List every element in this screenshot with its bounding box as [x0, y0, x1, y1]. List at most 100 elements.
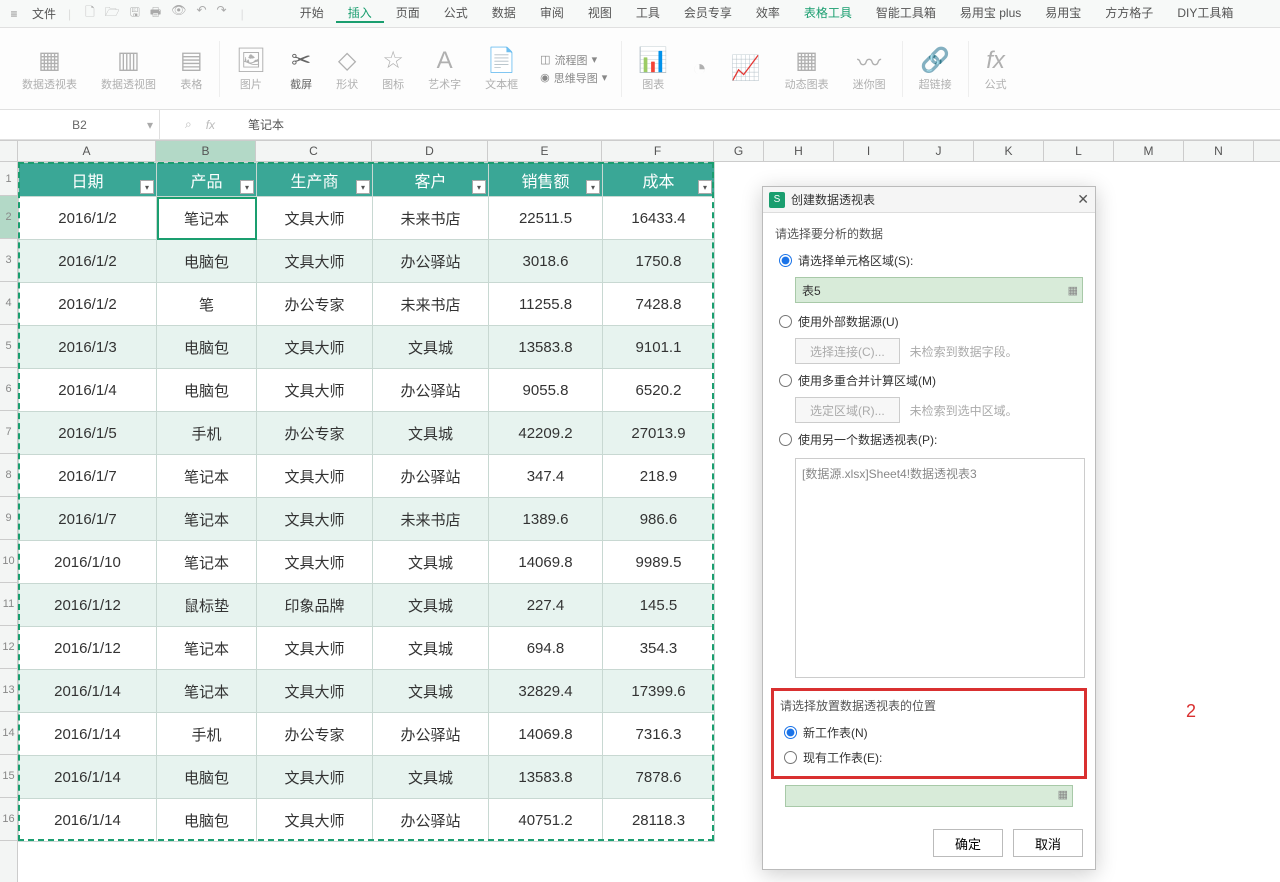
- btn-dynamic-chart[interactable]: ▦动态图表: [773, 46, 841, 92]
- filter-icon[interactable]: ▾: [356, 180, 370, 194]
- cell[interactable]: 2016/1/14: [19, 756, 157, 799]
- cell[interactable]: 笔记本: [157, 498, 257, 541]
- preview-icon[interactable]: 👁: [171, 3, 186, 24]
- tab-1[interactable]: 插入: [336, 4, 384, 23]
- cell[interactable]: 电脑包: [157, 240, 257, 283]
- cell[interactable]: 7316.3: [603, 713, 715, 756]
- hamburger-icon[interactable]: ≡: [4, 7, 24, 21]
- tab-6[interactable]: 视图: [576, 4, 624, 23]
- radio-another-pivot[interactable]: 使用另一个数据透视表(P):: [775, 427, 1083, 452]
- row-header-6[interactable]: 6: [0, 368, 17, 411]
- table-header[interactable]: 生产商▾: [257, 163, 373, 197]
- cell[interactable]: 未来书店: [373, 197, 489, 240]
- existing-location-input[interactable]: ▦: [785, 785, 1073, 807]
- cell[interactable]: 2016/1/10: [19, 541, 157, 584]
- cell[interactable]: 文具大师: [257, 369, 373, 412]
- cell[interactable]: 印象品牌: [257, 584, 373, 627]
- tab-7[interactable]: 工具: [624, 4, 672, 23]
- cell[interactable]: 2016/1/4: [19, 369, 157, 412]
- cell[interactable]: 笔: [157, 283, 257, 326]
- cell[interactable]: 文具城: [373, 670, 489, 713]
- col-header-B[interactable]: B: [156, 141, 256, 161]
- tab-14[interactable]: 方方格子: [1093, 4, 1165, 23]
- range-picker-icon[interactable]: ▦: [1058, 788, 1068, 801]
- col-header-I[interactable]: I: [834, 141, 904, 161]
- tab-9[interactable]: 效率: [744, 4, 792, 23]
- cell[interactable]: 办公专家: [257, 713, 373, 756]
- row-header-15[interactable]: 15: [0, 755, 17, 798]
- table-header[interactable]: 成本▾: [603, 163, 715, 197]
- print-icon[interactable]: 🖶: [150, 3, 161, 24]
- cell[interactable]: 9101.1: [603, 326, 715, 369]
- cell[interactable]: 笔记本: [157, 670, 257, 713]
- cell[interactable]: 2016/1/14: [19, 799, 157, 842]
- close-button[interactable]: ✕: [1077, 191, 1089, 208]
- btn-hyperlink[interactable]: 🔗超链接: [907, 46, 964, 92]
- row-header-13[interactable]: 13: [0, 669, 17, 712]
- col-header-E[interactable]: E: [488, 141, 602, 161]
- col-header-G[interactable]: G: [714, 141, 764, 161]
- cell[interactable]: 2016/1/3: [19, 326, 157, 369]
- filter-icon[interactable]: ▾: [586, 180, 600, 194]
- cell[interactable]: 2016/1/12: [19, 584, 157, 627]
- cell[interactable]: 文具城: [373, 627, 489, 670]
- col-header-H[interactable]: H: [764, 141, 834, 161]
- col-header-N[interactable]: N: [1184, 141, 1254, 161]
- tab-2[interactable]: 页面: [384, 4, 432, 23]
- cell[interactable]: 28118.3: [603, 799, 715, 842]
- cell[interactable]: 文具大师: [257, 541, 373, 584]
- cell[interactable]: 3018.6: [489, 240, 603, 283]
- undo-icon[interactable]: ↶: [196, 3, 206, 24]
- cell[interactable]: 文具大师: [257, 197, 373, 240]
- cell[interactable]: 2016/1/2: [19, 197, 157, 240]
- cell[interactable]: 2016/1/14: [19, 670, 157, 713]
- cell[interactable]: 13583.8: [489, 756, 603, 799]
- cell[interactable]: 2016/1/14: [19, 713, 157, 756]
- cell[interactable]: 办公专家: [257, 283, 373, 326]
- col-header-D[interactable]: D: [372, 141, 488, 161]
- row-header-8[interactable]: 8: [0, 454, 17, 497]
- tab-3[interactable]: 公式: [432, 4, 480, 23]
- cell[interactable]: 文具城: [373, 584, 489, 627]
- cell[interactable]: 办公驿站: [373, 713, 489, 756]
- cell[interactable]: 6520.2: [603, 369, 715, 412]
- cell[interactable]: 文具城: [373, 412, 489, 455]
- cell[interactable]: 未来书店: [373, 283, 489, 326]
- btn-screenshot[interactable]: ✂截屏: [278, 46, 324, 92]
- cell[interactable]: 1750.8: [603, 240, 715, 283]
- cell[interactable]: 13583.8: [489, 326, 603, 369]
- cell[interactable]: 办公驿站: [373, 369, 489, 412]
- filter-icon[interactable]: ▾: [140, 180, 154, 194]
- cell[interactable]: 7878.6: [603, 756, 715, 799]
- table-header[interactable]: 客户▾: [373, 163, 489, 197]
- row-header-7[interactable]: 7: [0, 411, 17, 454]
- col-header-C[interactable]: C: [256, 141, 372, 161]
- tab-0[interactable]: 开始: [288, 4, 336, 23]
- cell[interactable]: 354.3: [603, 627, 715, 670]
- row-header-10[interactable]: 10: [0, 540, 17, 583]
- cell[interactable]: 文具大师: [257, 670, 373, 713]
- filter-icon[interactable]: ▾: [472, 180, 486, 194]
- tab-4[interactable]: 数据: [480, 4, 528, 23]
- col-header-M[interactable]: M: [1114, 141, 1184, 161]
- zoom-icon[interactable]: ⌕: [185, 117, 192, 132]
- row-header-11[interactable]: 11: [0, 583, 17, 626]
- range-input[interactable]: 表5 ▦: [795, 277, 1083, 303]
- col-header-K[interactable]: K: [974, 141, 1044, 161]
- cell[interactable]: 文具城: [373, 756, 489, 799]
- cell[interactable]: 227.4: [489, 584, 603, 627]
- radio-multi[interactable]: 使用多重合并计算区域(M): [775, 368, 1083, 393]
- row-header-2[interactable]: 2: [0, 196, 17, 239]
- cell[interactable]: 文具大师: [257, 455, 373, 498]
- data-table[interactable]: 日期▾产品▾生产商▾客户▾销售额▾成本▾2016/1/2笔记本文具大师未来书店2…: [18, 162, 715, 842]
- cell[interactable]: 笔记本: [157, 455, 257, 498]
- formula-input[interactable]: 笔记本: [240, 116, 1280, 133]
- dialog-titlebar[interactable]: S 创建数据透视表 ✕: [763, 187, 1095, 213]
- cancel-button[interactable]: 取消: [1013, 829, 1083, 857]
- cell[interactable]: 42209.2: [489, 412, 603, 455]
- name-box[interactable]: B2▾: [0, 110, 160, 139]
- cell[interactable]: 办公驿站: [373, 799, 489, 842]
- table-header[interactable]: 销售额▾: [489, 163, 603, 197]
- radio-external[interactable]: 使用外部数据源(U): [775, 309, 1083, 334]
- btn-wordart[interactable]: A艺术字: [416, 46, 473, 92]
